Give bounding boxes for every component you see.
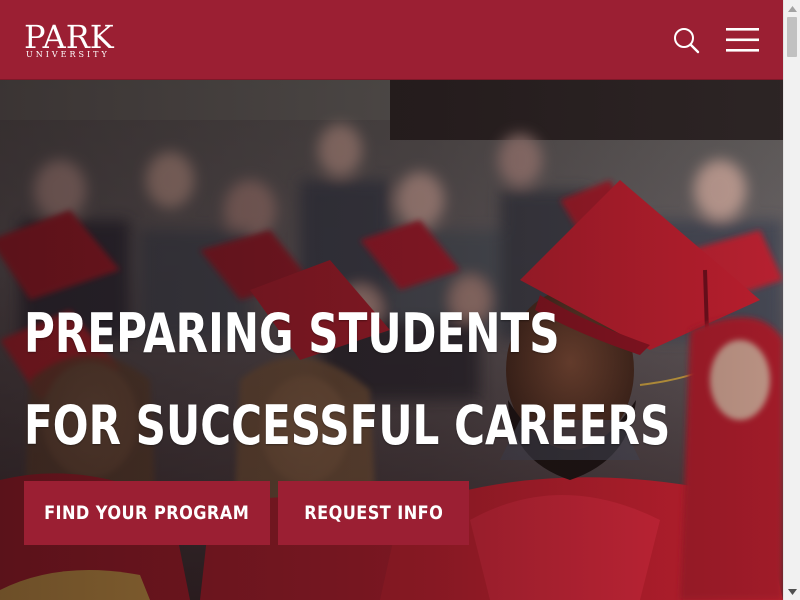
vertical-scrollbar[interactable] [783,0,800,600]
headline-line-1: PREPARING STUDENTS [24,302,560,365]
park-university-logo[interactable]: PARK UNIVERSITY [24,20,124,60]
site-header: PARK UNIVERSITY [0,0,783,80]
find-your-program-label: FIND YOUR PROGRAM [44,502,250,524]
page-viewport: PARK UNIVERSITY PREPARING STUDENTS FOR S… [0,0,783,600]
scroll-down-button[interactable] [784,583,800,600]
find-your-program-button[interactable]: FIND YOUR PROGRAM [24,481,270,545]
request-info-label: REQUEST INFO [303,502,444,524]
scroll-up-button[interactable] [784,0,800,17]
menu-button[interactable] [725,25,761,55]
logo-wordmark: PARK [24,18,114,56]
headline-line-2: FOR SUCCESSFUL CAREERS [24,394,671,457]
scroll-up-arrow-icon [788,5,797,12]
scroll-down-arrow-icon [788,588,797,595]
scrollbar-thumb[interactable] [787,17,797,57]
search-icon [674,28,700,54]
hero-headline: PREPARING STUDENTS FOR SUCCESSFUL CAREER… [24,288,671,472]
request-info-button[interactable]: REQUEST INFO [278,481,469,545]
logo-subtitle: UNIVERSITY [26,50,110,59]
search-button[interactable] [672,26,702,56]
hamburger-menu-icon [726,28,759,52]
hero-banner: PREPARING STUDENTS FOR SUCCESSFUL CAREER… [0,80,783,600]
